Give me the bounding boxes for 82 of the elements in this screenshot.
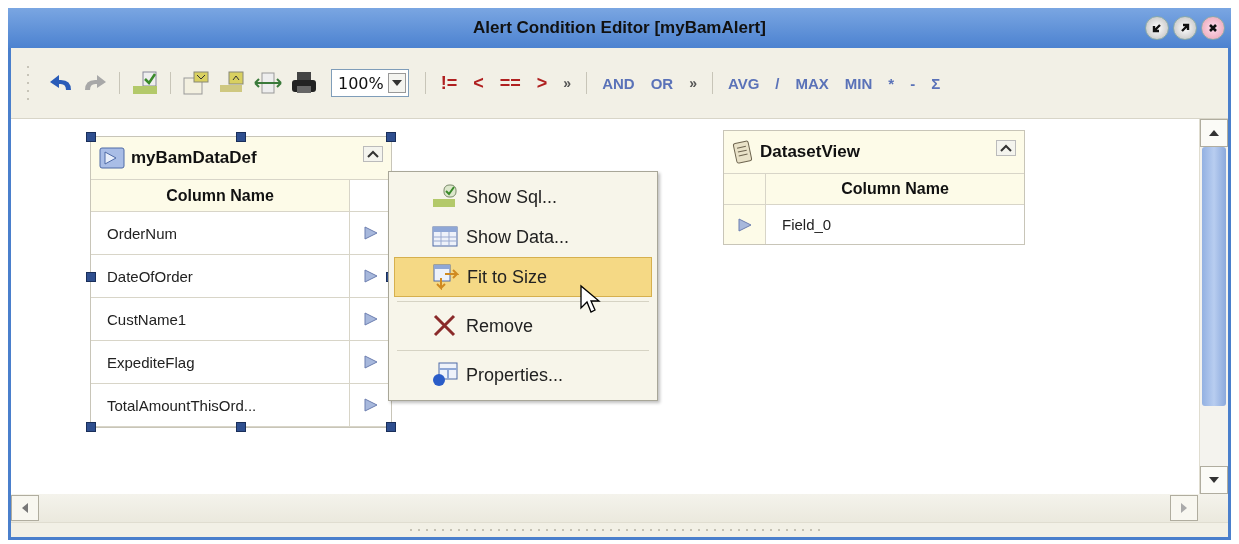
scroll-down-button[interactable] (1200, 466, 1228, 494)
sql-check-icon (432, 184, 458, 210)
menu-item[interactable]: Remove (394, 306, 652, 346)
triangle-right-icon (1181, 503, 1187, 513)
close-button[interactable] (1201, 16, 1225, 40)
table-cell-text: TotalAmountThisOrd... (106, 395, 258, 416)
operator-button[interactable]: MAX (790, 74, 834, 92)
operator-button[interactable]: != (435, 72, 463, 94)
arrow-icon (363, 312, 378, 326)
zoom-value: 100% (338, 73, 384, 93)
more-button[interactable]: » (684, 75, 702, 91)
properties-icon (432, 362, 458, 388)
dropdown-button[interactable] (387, 73, 406, 93)
chevron-up-icon (1000, 144, 1012, 152)
chevron-up-icon (367, 150, 379, 158)
selection-handle[interactable] (86, 132, 96, 142)
operator-button[interactable]: > (531, 72, 553, 94)
printer-icon (289, 70, 319, 96)
operator-button[interactable]: Σ (926, 74, 946, 92)
triangle-down-icon (1209, 477, 1219, 483)
table-cell-text: OrderNum (106, 223, 178, 244)
operator-button[interactable]: < (468, 72, 489, 94)
operator-button[interactable]: MIN (839, 74, 878, 92)
scroll-thumb[interactable] (1202, 147, 1226, 406)
more-button[interactable]: » (558, 75, 577, 91)
fit-button[interactable] (253, 70, 283, 96)
table-cell-text: Field_0 (781, 215, 833, 235)
notepad-icon (732, 139, 754, 165)
table-icon (99, 147, 125, 169)
expand-button[interactable] (1173, 16, 1197, 40)
table-title: DatasetView (760, 142, 861, 162)
grid-icon (432, 224, 458, 250)
selection-handle[interactable] (86, 422, 96, 432)
arrow-icon (363, 355, 378, 369)
column-header: Column Name (840, 179, 950, 199)
operator-button[interactable]: AND (597, 74, 640, 92)
table-cell-text: DateOfOrder (106, 266, 194, 287)
selection-handle[interactable] (236, 422, 246, 432)
resize-icon (433, 264, 459, 290)
operator-button[interactable]: / (770, 74, 785, 92)
table-cell-text: CustName1 (106, 309, 188, 330)
arrow-icon (363, 398, 378, 412)
vertical-scrollbar[interactable] (1199, 119, 1228, 494)
selection-handle[interactable] (386, 132, 396, 142)
table-icon (181, 70, 211, 96)
table-title: myBamDataDef (131, 148, 258, 168)
sql-button[interactable] (130, 70, 160, 96)
operator-button[interactable]: * (883, 74, 900, 92)
sql-check-icon (130, 70, 160, 96)
triangle-up-icon (1209, 130, 1219, 136)
operator-button[interactable]: OR (645, 74, 679, 92)
collapse-button[interactable] (996, 140, 1016, 156)
scroll-left-button[interactable] (11, 495, 39, 521)
collapse-button[interactable] (1145, 16, 1169, 40)
operator-button[interactable]: == (494, 72, 526, 94)
selection-handle[interactable] (86, 272, 96, 282)
selection-handle[interactable] (386, 422, 396, 432)
operator-button[interactable]: AVG (722, 74, 765, 92)
print-button[interactable] (289, 70, 319, 96)
selection-handle[interactable] (236, 132, 246, 142)
zoom-dropdown[interactable]: 100% (331, 69, 409, 97)
arrow-icon (363, 226, 378, 240)
table-cell-text: ExpediteFlag (106, 352, 196, 373)
resize-icon (253, 70, 283, 96)
window-title: Alert Condition Editor [myBamAlert] (473, 18, 766, 38)
collapse-button[interactable] (363, 146, 383, 162)
menu-item[interactable]: Show Data... (394, 217, 652, 257)
table-button[interactable] (181, 70, 211, 96)
caret-icon (391, 80, 402, 86)
arrow-icon (363, 269, 378, 283)
menu-item[interactable]: Properties... (394, 355, 652, 395)
triangle-left-icon (22, 503, 28, 513)
menu-item[interactable]: Show Sql... (394, 177, 652, 217)
cross-icon (432, 313, 458, 339)
operator-button[interactable]: - (905, 74, 921, 92)
menu-item[interactable]: Fit to Size (394, 257, 652, 297)
column-header: Column Name (165, 185, 275, 206)
cursor-icon (579, 284, 601, 314)
horizontal-scrollbar[interactable] (11, 494, 1228, 522)
grip-icon (25, 63, 31, 103)
arrow-icon (737, 217, 752, 232)
scroll-up-button[interactable] (1200, 119, 1228, 147)
